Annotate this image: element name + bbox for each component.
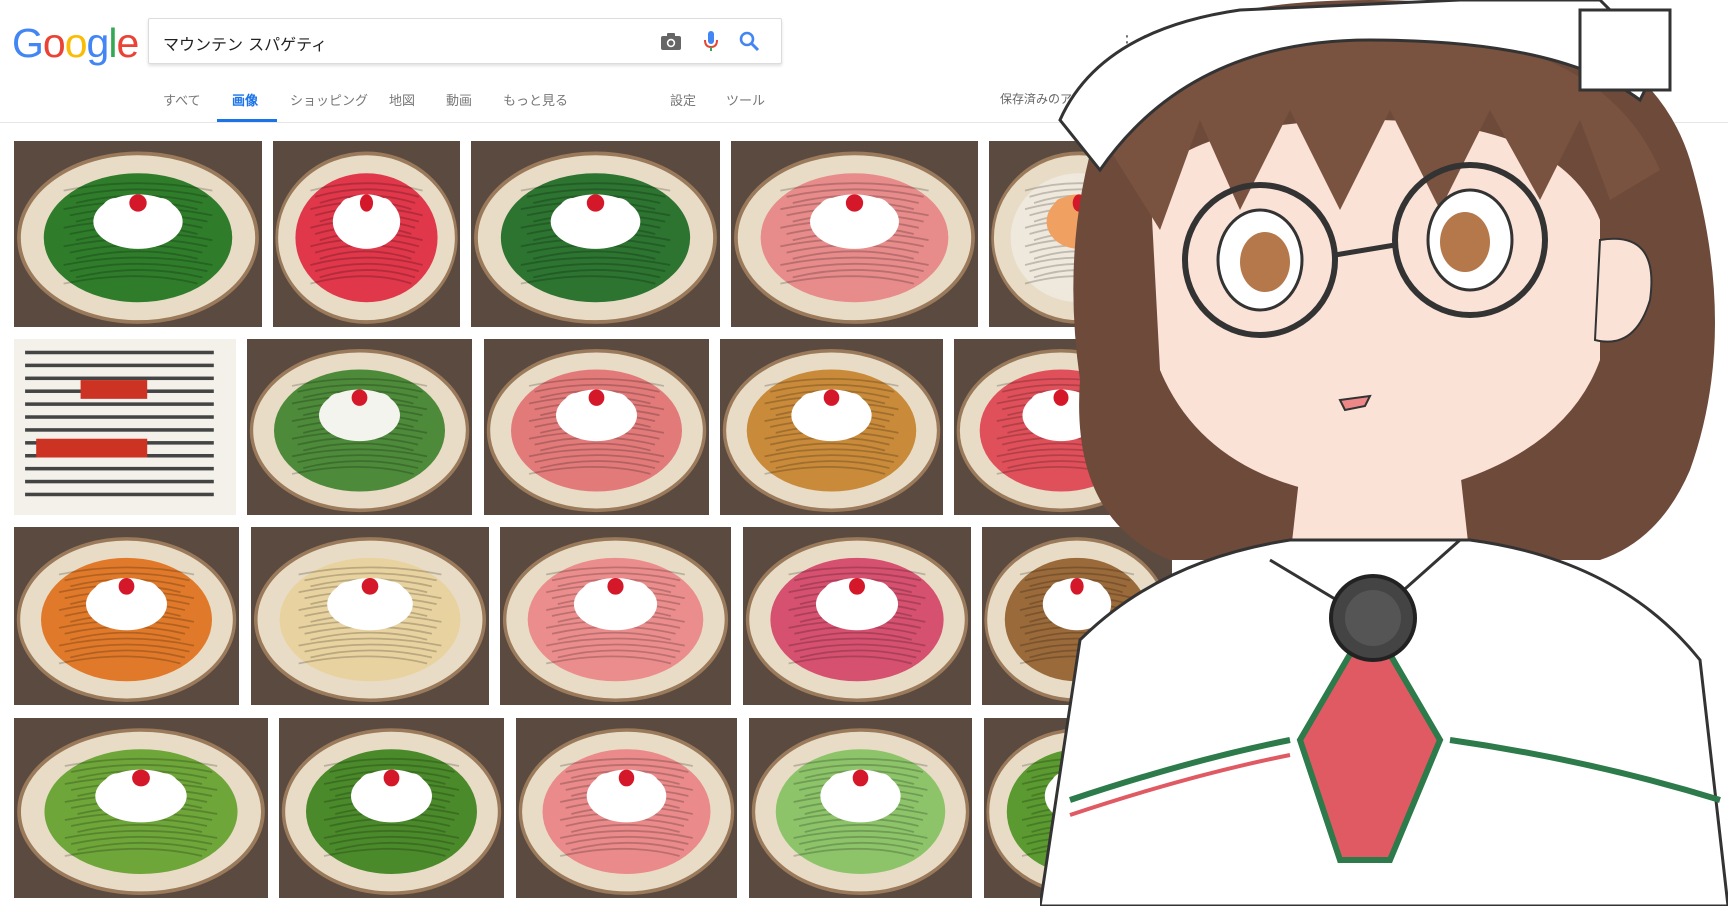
image-result[interactable] bbox=[14, 718, 268, 898]
food-photo bbox=[500, 527, 731, 705]
image-result[interactable] bbox=[749, 718, 972, 898]
food-photo bbox=[273, 141, 460, 327]
food-photo bbox=[14, 718, 268, 898]
logo-letter: o bbox=[42, 20, 66, 66]
image-result[interactable] bbox=[251, 527, 489, 705]
image-result[interactable] bbox=[516, 718, 737, 898]
active-tab-indicator bbox=[217, 119, 277, 122]
logo-letter: o bbox=[64, 20, 88, 66]
camera-icon[interactable] bbox=[659, 29, 683, 53]
tab-tools[interactable]: ツール bbox=[726, 90, 765, 109]
search-icon[interactable] bbox=[737, 29, 761, 53]
logo-letter: e bbox=[116, 20, 139, 66]
food-photo bbox=[749, 718, 972, 898]
anime-character-overlay bbox=[1040, 0, 1728, 906]
image-result[interactable] bbox=[273, 141, 460, 327]
food-photo bbox=[516, 718, 737, 898]
tab-images[interactable]: 画像 bbox=[232, 90, 258, 109]
tab-settings[interactable]: 設定 bbox=[670, 90, 696, 109]
food-photo bbox=[14, 527, 239, 705]
food-photo bbox=[14, 339, 236, 515]
image-result[interactable] bbox=[247, 339, 472, 515]
tab-more[interactable]: もっと見る bbox=[503, 90, 568, 109]
image-result[interactable] bbox=[279, 718, 504, 898]
image-result[interactable] bbox=[14, 339, 236, 515]
search-input[interactable]: マウンテン スパゲティ bbox=[148, 18, 782, 64]
image-result[interactable] bbox=[500, 527, 731, 705]
tab-shopping[interactable]: ショッピング bbox=[290, 90, 368, 109]
image-result[interactable] bbox=[731, 141, 978, 327]
tab-all[interactable]: すべて bbox=[163, 90, 201, 109]
food-photo bbox=[731, 141, 978, 327]
food-photo bbox=[743, 527, 971, 705]
logo-letter: l bbox=[108, 20, 117, 66]
image-result[interactable] bbox=[14, 141, 262, 327]
image-result[interactable] bbox=[484, 339, 709, 515]
google-logo[interactable]: Google bbox=[12, 18, 139, 68]
logo-letter: G bbox=[12, 20, 44, 66]
food-photo bbox=[251, 527, 489, 705]
image-result[interactable] bbox=[471, 141, 720, 327]
microphone-icon[interactable] bbox=[699, 29, 723, 53]
food-photo bbox=[247, 339, 472, 515]
food-photo bbox=[471, 141, 720, 327]
food-photo bbox=[14, 141, 262, 327]
image-result[interactable] bbox=[14, 527, 239, 705]
food-photo bbox=[484, 339, 709, 515]
image-result[interactable] bbox=[720, 339, 943, 515]
search-query-text[interactable]: マウンテン スパゲティ bbox=[163, 31, 327, 55]
food-photo bbox=[720, 339, 943, 515]
image-result[interactable] bbox=[743, 527, 971, 705]
tab-videos[interactable]: 動画 bbox=[446, 90, 472, 109]
tab-maps[interactable]: 地図 bbox=[389, 90, 415, 109]
logo-letter: g bbox=[86, 20, 110, 66]
food-photo bbox=[279, 718, 504, 898]
